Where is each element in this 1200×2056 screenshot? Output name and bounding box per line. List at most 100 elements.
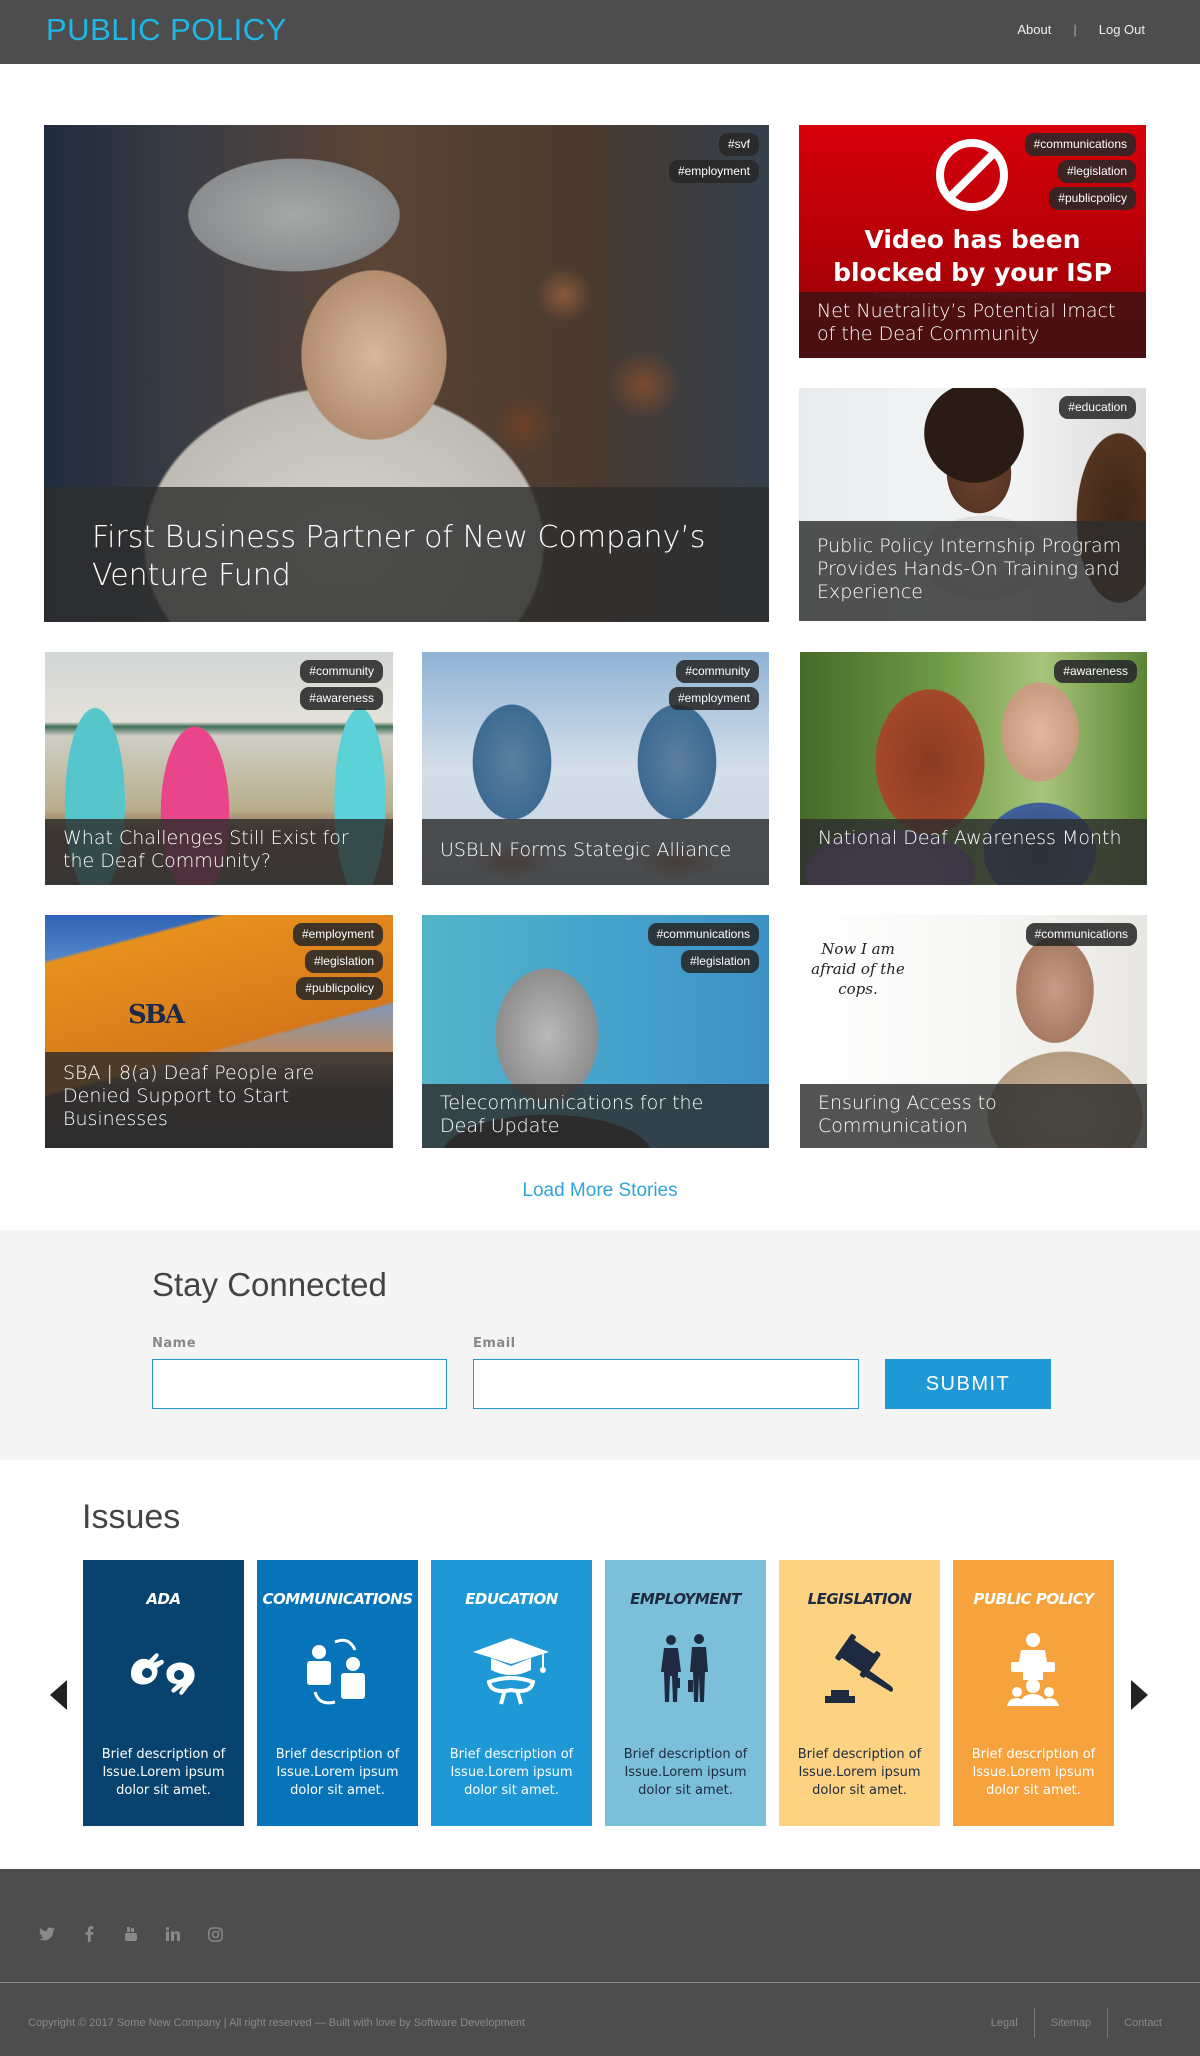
stay-connected-title: Stay Connected (152, 1266, 387, 1303)
nav-separator: | (1073, 22, 1077, 37)
story-tags: #communications #legislation (647, 923, 759, 973)
story-tags: #education (1059, 396, 1136, 419)
story-card[interactable]: #community #employment USBLN Forms State… (422, 652, 769, 885)
gavel-icon (825, 1634, 893, 1703)
story-card[interactable]: #communications #legislation Telecommuni… (422, 915, 769, 1148)
issue-card-ada[interactable]: ADA Brief description of Issue.Lorem ips… (83, 1560, 244, 1826)
carousel-next-arrow[interactable] (1131, 1680, 1148, 1710)
story-card[interactable]: #awareness National Deaf Awareness Month (800, 652, 1147, 885)
issue-description: Brief description of Issue.Lorem ipsum d… (623, 1747, 748, 1798)
name-label: Name (152, 1336, 197, 1351)
tag-employment[interactable]: #employment (292, 923, 383, 946)
story-card[interactable]: #community #awareness What Challenges St… (45, 652, 393, 885)
story-card-featured[interactable]: #svf #employment First Business Partner … (44, 125, 769, 622)
issue-card-legislation[interactable]: LEGISLATION Brief description of Issue.L… (779, 1560, 940, 1826)
story-tags: #awareness (1054, 660, 1137, 683)
carousel-prev-arrow[interactable] (50, 1680, 67, 1710)
tag-publicpolicy[interactable]: #publicpolicy (1049, 187, 1136, 210)
issue-card-education[interactable]: EDUCATION Brief description of Issue.Lor… (431, 1560, 592, 1826)
story-tags: #community #employment (668, 660, 759, 710)
story-tags: #community #awareness (300, 660, 383, 710)
twitter-icon[interactable] (38, 1925, 56, 1943)
tag-legislation[interactable]: #legislation (304, 950, 383, 973)
quote-text: Now I am afraid of the cops. (811, 940, 905, 998)
tag-svf[interactable]: #svf (718, 133, 759, 156)
sign-language-icon (131, 1653, 195, 1695)
story-title: Public Policy Internship Program Provide… (817, 535, 1122, 603)
issue-card-communications[interactable]: COMMUNICATIONS Brief description of Issu… (257, 1560, 418, 1826)
story-title-overlay: Ensuring Access to Communication (800, 1084, 1147, 1148)
story-title: First Business Partner of New Company’s … (92, 520, 706, 593)
facebook-icon[interactable] (80, 1925, 98, 1943)
story-card[interactable]: SBA #employment #legislation #publicpoli… (45, 915, 393, 1148)
people-exchange-icon (307, 1638, 365, 1705)
load-more-stories-link[interactable]: Load More Stories (0, 1180, 1200, 1202)
story-card[interactable]: Now I am afraid of the cops. #communicat… (800, 915, 1147, 1148)
issue-description: Brief description of Issue.Lorem ipsum d… (275, 1747, 400, 1798)
tag-legislation[interactable]: #legislation (1057, 160, 1136, 183)
issues-title: Issues (82, 1498, 181, 1536)
story-title-overlay: What Challenges Still Exist for the Deaf… (45, 819, 393, 885)
story-tags: #communications #legislation #publicpoli… (1024, 133, 1136, 210)
stay-connected-section: Stay Connected Name Email SUBMIT (0, 1230, 1200, 1460)
issue-title: ADA (146, 1590, 181, 1608)
story-card[interactable]: Video has been blocked by your ISP To wa… (799, 125, 1146, 358)
name-field[interactable] (152, 1359, 447, 1409)
site-header: PUBLIC POLICY About | Log Out (0, 0, 1200, 64)
sba-sign: SBA (128, 1000, 185, 1030)
tag-publicpolicy[interactable]: #publicpolicy (296, 977, 383, 1000)
story-title: Telecommunications for the Deaf Update (440, 1092, 704, 1137)
story-card[interactable]: #education Public Policy Internship Prog… (799, 388, 1146, 621)
footer-legal-link[interactable]: Legal (975, 2009, 1034, 2037)
graduation-cap-icon (473, 1638, 549, 1705)
tag-legislation[interactable]: #legislation (680, 950, 759, 973)
tag-awareness[interactable]: #awareness (300, 687, 383, 710)
tag-communications[interactable]: #communications (647, 923, 759, 946)
issue-title: LEGISLATION (807, 1590, 912, 1608)
story-title-overlay: Telecommunications for the Deaf Update (422, 1084, 769, 1148)
email-label: Email (473, 1336, 516, 1351)
footer-links: Legal Sitemap Contact (975, 2008, 1178, 2038)
tag-employment[interactable]: #employment (668, 160, 759, 183)
story-title-overlay: USBLN Forms Stategic Alliance (422, 819, 769, 885)
copyright-text: Copyright © 2017 Some New Company | All … (28, 2017, 526, 2029)
story-title: National Deaf Awareness Month (818, 827, 1122, 849)
tag-communications[interactable]: #communications (1024, 133, 1136, 156)
tag-communications[interactable]: #communications (1025, 923, 1137, 946)
tag-awareness[interactable]: #awareness (1054, 660, 1137, 683)
story-tags: #communications (1025, 923, 1137, 946)
nav-about-link[interactable]: About (1017, 22, 1051, 37)
instagram-icon[interactable] (206, 1925, 224, 1943)
tag-education[interactable]: #education (1059, 396, 1136, 419)
footer-sitemap-link[interactable]: Sitemap (1035, 2009, 1107, 2037)
youtube-icon[interactable] (122, 1925, 140, 1943)
issue-description: Brief description of Issue.Lorem ipsum d… (101, 1747, 226, 1798)
business-people-icon (661, 1634, 708, 1702)
issue-card-employment[interactable]: EMPLOYMENT Brief description of Issue.Lo… (605, 1560, 766, 1826)
story-tags: #employment #legislation #publicpolicy (292, 923, 383, 1000)
story-title-overlay: First Business Partner of New Company’s … (44, 487, 769, 622)
issue-title: EDUCATION (465, 1590, 558, 1608)
story-title: Ensuring Access to Communication (818, 1092, 997, 1137)
tag-community[interactable]: #community (300, 660, 383, 683)
story-title-overlay: SBA | 8(a) Deaf People are Denied Suppor… (45, 1052, 393, 1148)
linkedin-icon[interactable] (164, 1925, 182, 1943)
story-title: SBA | 8(a) Deaf People are Denied Suppor… (63, 1062, 315, 1130)
nav-logout-link[interactable]: Log Out (1099, 22, 1145, 37)
footer-divider (0, 1982, 1200, 1983)
email-field[interactable] (473, 1359, 859, 1409)
story-title-overlay: Public Policy Internship Program Provide… (799, 521, 1146, 621)
story-title-overlay: Net Nuetrality’s Potential Imact of the … (799, 292, 1146, 358)
story-tags: #svf #employment (668, 133, 759, 183)
footer-contact-link[interactable]: Contact (1108, 2009, 1178, 2037)
story-title: What Challenges Still Exist for the Deaf… (63, 827, 349, 872)
tag-employment[interactable]: #employment (668, 687, 759, 710)
submit-button[interactable]: SUBMIT (885, 1359, 1051, 1409)
issue-title: COMMUNICATIONS (262, 1590, 413, 1608)
story-title: Net Nuetrality’s Potential Imact of the … (817, 300, 1116, 345)
tag-community[interactable]: #community (676, 660, 759, 683)
blocked-headline: Video has been blocked by your ISP (833, 225, 1112, 287)
site-logo[interactable]: PUBLIC POLICY (46, 12, 287, 48)
issue-card-public-policy[interactable]: PUBLIC POLICY Brief description of Issue… (953, 1560, 1114, 1826)
site-footer: Copyright © 2017 Some New Company | All … (0, 1869, 1200, 2056)
